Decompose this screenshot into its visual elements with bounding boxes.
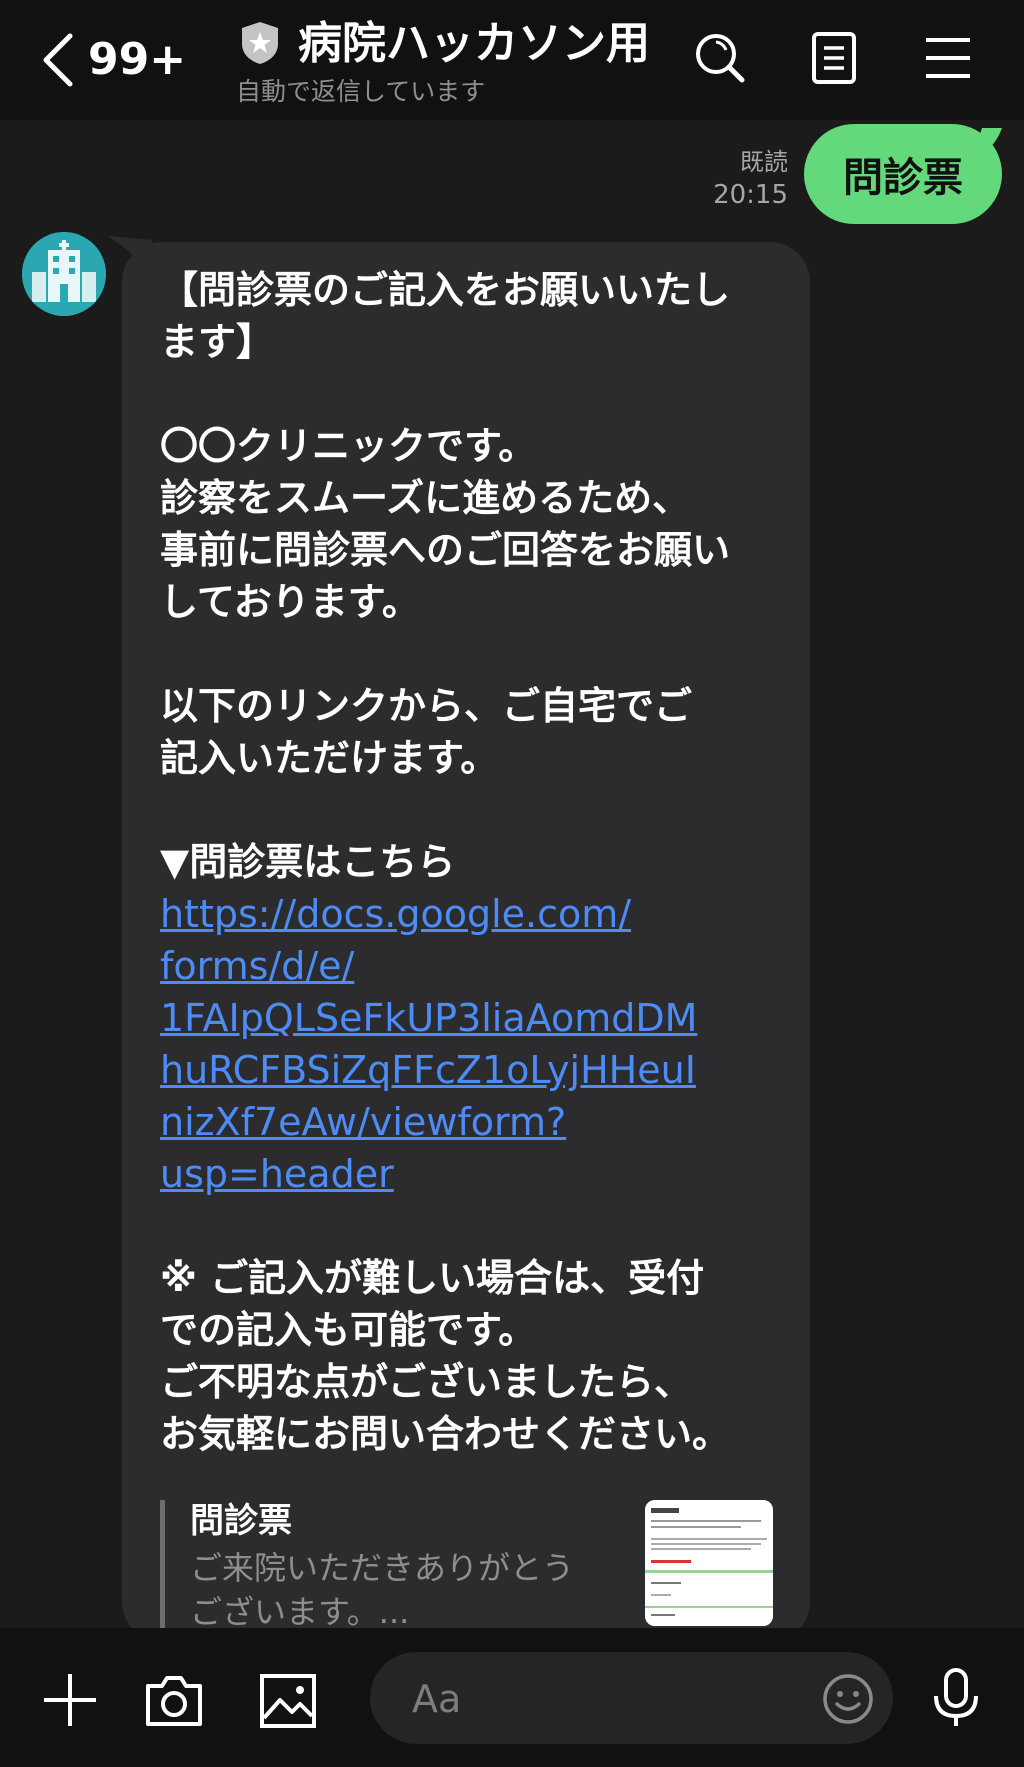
search-icon[interactable] [690,28,750,88]
form-thumbnail-image [645,1500,773,1626]
received-message-text: 【問診票のご記入をお願いいたし ます】 〇〇クリニックです。 診察をスムーズに進… [160,264,790,1460]
message-input-container [370,1652,893,1746]
message-body-note: ※ ご記入が難しい場合は、受付 での記入も可能です。 ご不明な点がございましたら… [160,1256,731,1456]
shield-icon [242,22,278,64]
message-input[interactable] [410,1652,794,1746]
notes-icon[interactable] [804,28,864,88]
preview-thumbnail [645,1500,773,1626]
unread-count[interactable]: 99+ [88,30,186,90]
microphone-icon[interactable] [924,1666,988,1730]
chat-subtitle: 自動で返信しています [236,77,486,106]
camera-icon[interactable] [142,1668,206,1732]
image-icon[interactable] [256,1668,320,1732]
chat-title: 病院ハッカソン用 [298,18,650,69]
message-body-intro: 【問診票のご記入をお願いいたし ます】 〇〇クリニックです。 診察をスムーズに進… [160,268,731,884]
menu-icon[interactable] [918,28,978,88]
preview-title: 問診票 [190,1501,292,1541]
link-preview[interactable]: 問診票 ご来院いただきありがとう ございます。... [160,1498,780,1638]
message-input-bar [0,1628,1024,1767]
avatar[interactable] [22,232,106,316]
read-status: 既読 20:15 [713,146,788,212]
sent-message-bubble[interactable]: 問診票 [804,124,1002,224]
read-label: 既読 [740,148,788,176]
plus-icon[interactable] [38,1668,102,1732]
message-time: 20:15 [713,180,788,210]
hospital-building-icon [22,232,106,316]
emoji-icon[interactable] [821,1672,875,1726]
chat-header: 99+ 病院ハッカソン用 自動で返信しています [0,0,1024,120]
form-link[interactable]: https://docs.google.com/ forms/d/e/ 1FAI… [160,888,790,1200]
sent-message-text: 問診票 [843,155,963,201]
chevron-left-icon[interactable] [36,30,86,90]
preview-description: ご来院いただきありがとう ございます。... [190,1549,575,1631]
preview-divider [160,1500,165,1638]
